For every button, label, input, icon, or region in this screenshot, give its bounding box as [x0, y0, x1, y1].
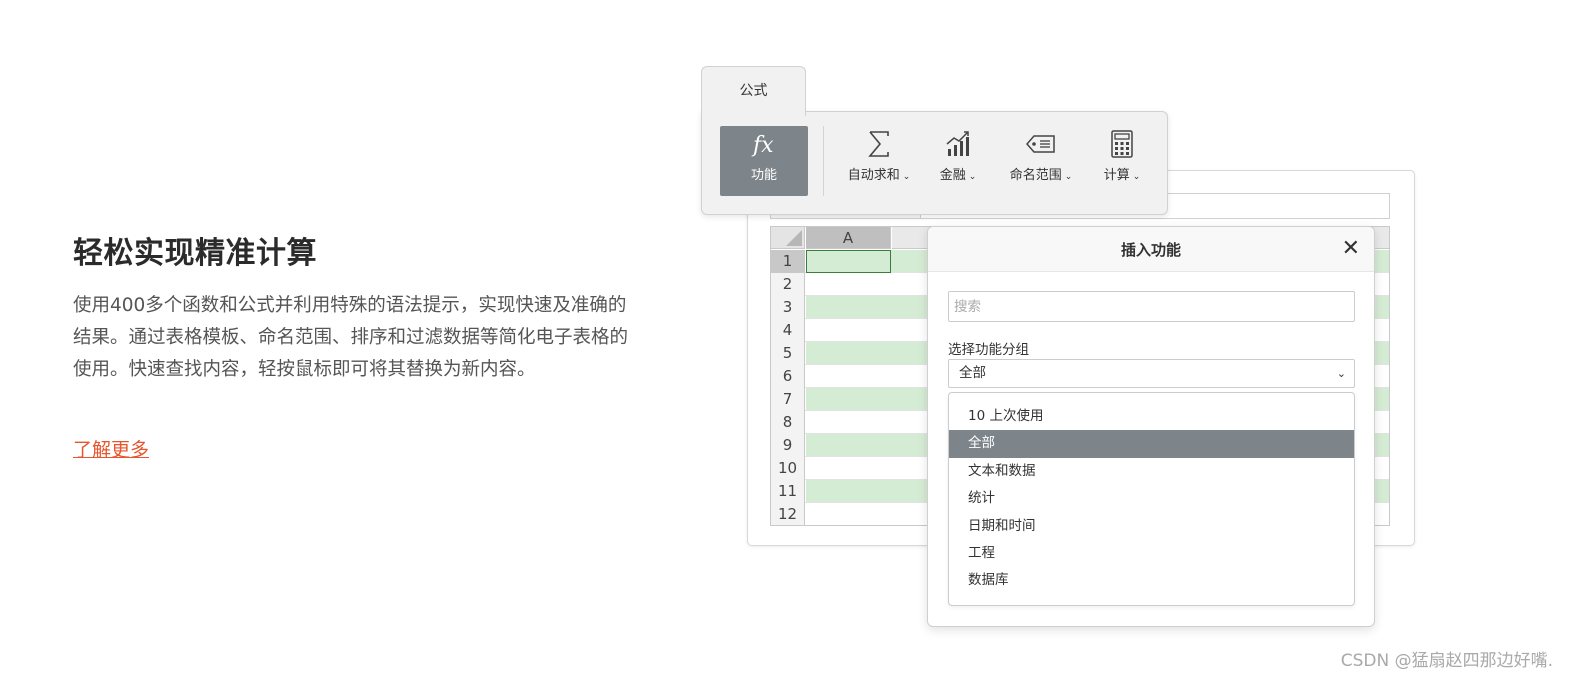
row-number[interactable]: 10 [771, 457, 805, 480]
function-group-select[interactable]: 全部 ⌄ [948, 359, 1355, 388]
learn-more-link[interactable]: 了解更多 [73, 435, 149, 462]
finance-chart-icon [932, 126, 984, 160]
hero-description: 使用400多个函数和公式并利用特殊的语法提示，实现快速及准确的结果。通过表格模板… [73, 295, 629, 380]
select-all-corner[interactable] [771, 227, 805, 249]
watermark: CSDN @猛扇赵四那边好嘴. [1340, 651, 1553, 671]
row-number[interactable]: 12 [771, 503, 805, 525]
calculate-label: 计算 [1103, 168, 1130, 183]
autosum-button[interactable]: 自动求和 ⌄ [842, 126, 916, 196]
chevron-down-icon: ⌄ [902, 172, 911, 182]
function-button[interactable]: fx 功能 [720, 126, 808, 196]
fx-icon: fx [720, 126, 808, 160]
row-number[interactable]: 1 [771, 250, 805, 273]
autosum-label: 自动求和 [847, 168, 900, 183]
tab-formula[interactable]: 公式 [701, 66, 806, 116]
tag-icon [1002, 126, 1080, 160]
dropdown-option-database[interactable]: 数据库 [949, 567, 1354, 594]
formula-ribbon: fx 功能 自动求和 ⌄ 金融 ⌄ 命名范围 ⌄ 计算 ⌄ [701, 111, 1168, 215]
row-number[interactable]: 4 [771, 319, 805, 342]
dialog-header: 插入功能 ✕ [928, 227, 1374, 272]
function-group-value: 全部 [959, 365, 986, 381]
dropdown-option-datetime[interactable]: 日期和时间 [949, 513, 1354, 540]
dropdown-option-all[interactable]: 全部 [949, 430, 1354, 458]
sigma-icon [842, 126, 916, 160]
row-number[interactable]: 2 [771, 273, 805, 296]
dropdown-option-statistics[interactable]: 统计 [949, 485, 1354, 512]
dropdown-option-text[interactable]: 文本和数据 [949, 458, 1354, 485]
dialog-title: 插入功能 [1120, 241, 1181, 259]
function-group-dropdown: 10 上次使用 全部 文本和数据 统计 日期和时间 工程 数据库 [948, 392, 1355, 606]
named-range-label: 命名范围 [1009, 168, 1062, 183]
chevron-down-icon: ⌄ [1336, 367, 1346, 380]
function-label: 功能 [750, 168, 777, 183]
finance-label: 金融 [939, 168, 966, 183]
row-number[interactable]: 5 [771, 342, 805, 365]
row-number[interactable]: 3 [771, 296, 805, 319]
svg-text:fx: fx [751, 133, 774, 158]
column-header-a[interactable]: A [806, 227, 891, 249]
row-number[interactable]: 8 [771, 411, 805, 434]
ribbon-divider [823, 126, 824, 196]
hero-title: 轻松实现精准计算 [73, 236, 317, 271]
row-number[interactable]: 7 [771, 388, 805, 411]
chevron-down-icon: ⌄ [968, 172, 977, 182]
named-range-button[interactable]: 命名范围 ⌄ [1002, 126, 1080, 196]
insert-function-dialog: 插入功能 ✕ 选择功能分组 全部 ⌄ 10 上次使用 全部 文本和数据 统计 日… [927, 226, 1375, 627]
dropdown-option-engineering[interactable]: 工程 [949, 540, 1354, 567]
row-number[interactable]: 11 [771, 480, 805, 503]
dropdown-option-recent[interactable]: 10 上次使用 [949, 403, 1354, 430]
function-group-label: 选择功能分组 [948, 342, 1029, 358]
chevron-down-icon: ⌄ [1064, 172, 1073, 182]
row-number[interactable]: 6 [771, 365, 805, 388]
selected-cell-a1[interactable] [806, 250, 891, 273]
chevron-down-icon: ⌄ [1132, 172, 1141, 182]
finance-button[interactable]: 金融 ⌄ [932, 126, 984, 196]
row-number[interactable]: 9 [771, 434, 805, 457]
search-input[interactable] [948, 291, 1355, 322]
calculate-button[interactable]: 计算 ⌄ [1097, 126, 1147, 196]
close-icon[interactable]: ✕ [1342, 236, 1360, 262]
calculator-icon [1097, 126, 1147, 160]
